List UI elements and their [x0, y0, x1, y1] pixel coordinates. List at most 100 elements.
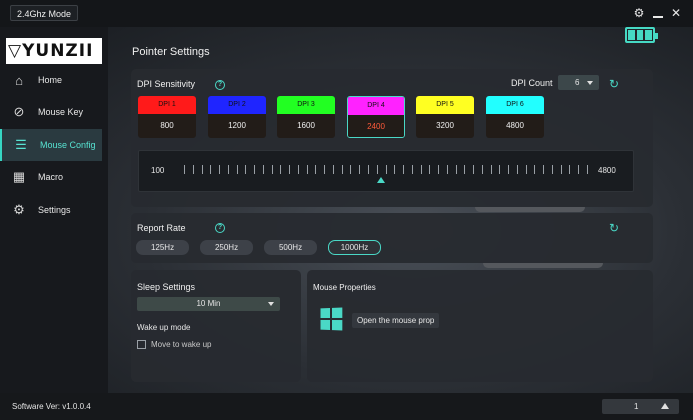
slider-tick — [184, 165, 185, 174]
slider-tick — [376, 165, 378, 174]
dpi-level-1[interactable]: DPI 1 800 — [138, 96, 196, 138]
slider-tick — [394, 165, 396, 174]
logo-text: YUNZII — [22, 41, 94, 61]
mouse-properties-title: Mouse Properties — [313, 283, 376, 292]
battery-icon — [625, 27, 658, 43]
rate-option-250[interactable]: 250Hz — [200, 240, 253, 255]
dpi-level-label: DPI 4 — [348, 97, 404, 115]
slider-tick — [341, 165, 343, 174]
dpi-level-value: 3200 — [416, 114, 474, 138]
panel-divider — [483, 263, 603, 268]
dpi-level-value: 2400 — [348, 115, 404, 137]
profile-value: 1 — [634, 402, 639, 411]
slider-tick — [516, 165, 518, 174]
rate-option-125[interactable]: 125Hz — [136, 240, 189, 255]
slider-tick — [560, 165, 562, 174]
slider-tick — [324, 165, 326, 174]
slider-min-label: 100 — [151, 166, 165, 175]
sidebar-item-mouse-key[interactable]: ⊘ Mouse Key — [0, 97, 102, 127]
refresh-icon[interactable]: ↻ — [609, 77, 619, 91]
slider-tick — [262, 165, 264, 174]
slider-tick — [236, 165, 238, 174]
sidebar-item-macro[interactable]: ▦ Macro — [0, 162, 102, 192]
slider-tick — [219, 165, 221, 174]
config-icon: ☰ — [15, 137, 27, 152]
dpi-level-label: DPI 1 — [138, 96, 196, 114]
dpi-level-value: 4800 — [486, 114, 544, 138]
dpi-count-label: DPI Count — [511, 78, 553, 88]
dpi-title: DPI Sensitivity — [137, 79, 196, 89]
move-to-wake-checkbox[interactable] — [137, 340, 146, 349]
help-icon[interactable]: ? — [215, 223, 225, 233]
slider-tick — [271, 165, 273, 174]
help-icon[interactable]: ? — [215, 80, 225, 90]
settings-globe-icon: ⚙ — [13, 202, 25, 217]
software-version: Software Ver: v1.0.0.4 — [12, 402, 91, 411]
dpi-slider[interactable] — [138, 150, 634, 192]
slider-tick — [508, 165, 510, 174]
dpi-count-select[interactable]: 6 — [558, 75, 599, 90]
slider-tick — [473, 165, 475, 174]
dpi-level-label: DPI 6 — [486, 96, 544, 114]
slider-tick — [525, 165, 527, 174]
sidebar-item-home[interactable]: ⌂ Home — [0, 65, 102, 95]
windows-icon — [320, 307, 343, 331]
home-icon: ⌂ — [15, 72, 23, 88]
slider-tick — [227, 165, 229, 174]
slider-tick — [411, 165, 413, 174]
slider-tick — [464, 165, 466, 174]
dpi-level-4[interactable]: DPI 4 2400 — [347, 96, 405, 138]
brand-logo: ▽YUNZII — [6, 38, 102, 64]
slider-tick — [332, 165, 334, 174]
connection-mode-label: 2.4Ghz Mode — [10, 5, 79, 21]
sidebar-item-label: Mouse Key — [38, 107, 84, 117]
slider-tick — [587, 165, 588, 174]
dpi-count-value: 6 — [575, 78, 580, 87]
rate-option-500[interactable]: 500Hz — [264, 240, 317, 255]
slider-tick — [289, 165, 291, 174]
minimize-icon[interactable] — [650, 5, 666, 21]
title-bar — [0, 0, 693, 27]
dpi-level-5[interactable]: DPI 5 3200 — [416, 96, 474, 138]
chevron-up-icon — [661, 403, 669, 409]
slider-tick — [350, 165, 352, 174]
slider-tick — [210, 165, 212, 174]
slider-tick — [315, 165, 317, 174]
dpi-level-label: DPI 3 — [277, 96, 335, 114]
sidebar-item-label: Macro — [38, 172, 64, 182]
slider-tick — [367, 165, 369, 174]
dpi-level-6[interactable]: DPI 6 4800 — [486, 96, 544, 138]
slider-tick — [569, 165, 571, 174]
footer-bar — [0, 393, 693, 420]
panel-divider — [475, 207, 585, 212]
dpi-level-2[interactable]: DPI 2 1200 — [208, 96, 266, 138]
sleep-select[interactable]: 10 Min — [137, 297, 280, 311]
slider-tick — [254, 165, 256, 174]
chevron-down-icon — [587, 81, 593, 85]
dpi-level-label: DPI 5 — [416, 96, 474, 114]
dpi-level-label: DPI 2 — [208, 96, 266, 114]
dpi-level-3[interactable]: DPI 3 1600 — [277, 96, 335, 138]
sleep-value: 10 Min — [196, 299, 221, 308]
chevron-down-icon — [268, 302, 274, 306]
report-rate-panel — [131, 213, 653, 263]
refresh-icon[interactable]: ↻ — [609, 221, 619, 235]
mouse-icon: ⊘ — [13, 104, 25, 119]
profile-select[interactable]: 1 — [602, 399, 679, 414]
sidebar-item-mouse-config[interactable]: ☰ Mouse Config — [0, 129, 102, 161]
sidebar-item-label: Mouse Config — [40, 140, 96, 150]
sidebar-item-settings[interactable]: ⚙ Settings — [0, 195, 102, 225]
slider-tick — [455, 165, 457, 174]
dpi-level-value: 800 — [138, 114, 196, 138]
dpi-level-value: 1600 — [277, 114, 335, 138]
slider-thumb[interactable] — [377, 177, 386, 183]
gear-icon[interactable]: ⚙ — [631, 5, 647, 21]
slider-max-label: 4800 — [598, 166, 616, 175]
close-icon[interactable]: ✕ — [668, 5, 684, 21]
slider-tick — [543, 165, 545, 174]
rate-option-1000[interactable]: 1000Hz — [328, 240, 381, 255]
slider-tick — [245, 165, 247, 174]
sleep-title: Sleep Settings — [137, 282, 196, 292]
open-mouse-properties-button[interactable]: Open the mouse prop — [352, 313, 440, 328]
slider-tick — [420, 165, 422, 174]
